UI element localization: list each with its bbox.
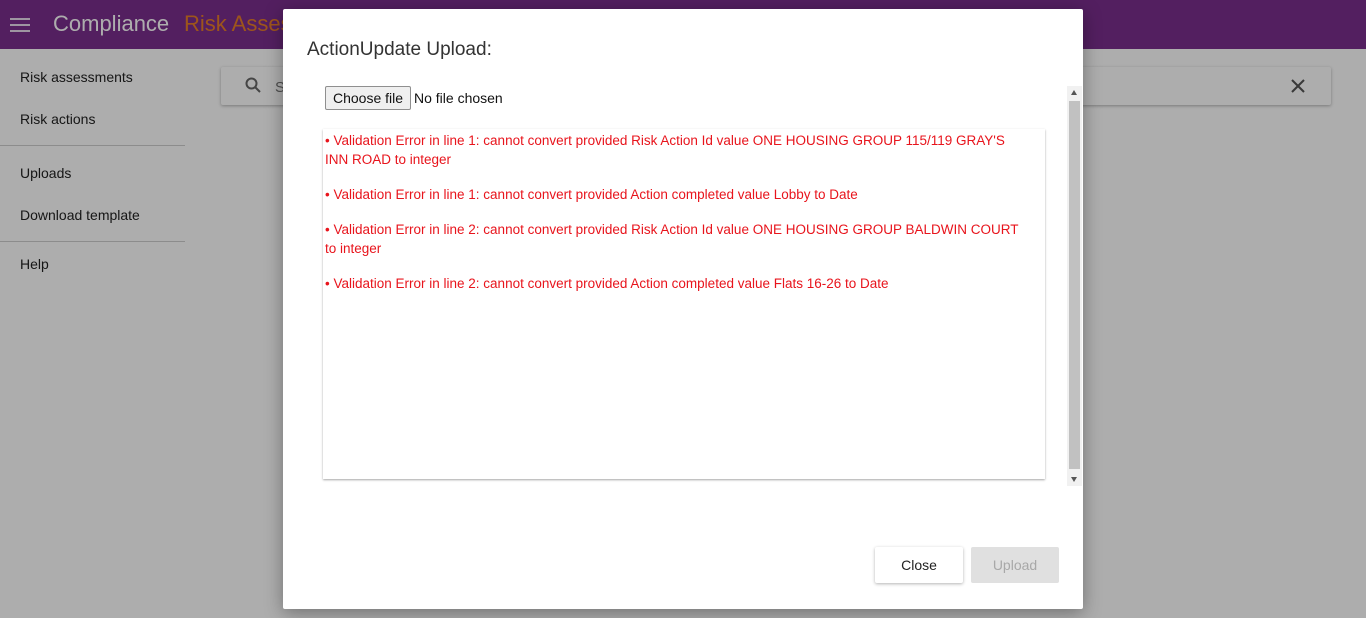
- error-item: • Validation Error in line 2: cannot con…: [325, 222, 1019, 256]
- error-list: • Validation Error in line 1: cannot con…: [323, 129, 1045, 479]
- upload-button[interactable]: Upload: [971, 547, 1059, 583]
- error-item: • Validation Error in line 1: cannot con…: [325, 187, 858, 202]
- choose-file-button[interactable]: Choose file: [325, 86, 412, 110]
- upload-dialog: ActionUpdate Upload: Choose file No file…: [283, 9, 1083, 609]
- error-item: • Validation Error in line 1: cannot con…: [325, 133, 1005, 167]
- error-item: • Validation Error in line 2: cannot con…: [325, 276, 889, 291]
- dialog-scrollbar[interactable]: [1067, 86, 1082, 486]
- scrollbar-thumb[interactable]: [1069, 101, 1080, 469]
- file-status: No file chosen: [414, 90, 503, 106]
- dialog-title: ActionUpdate Upload:: [307, 39, 492, 60]
- scroll-up-icon[interactable]: [1071, 90, 1077, 95]
- scroll-down-icon[interactable]: [1071, 477, 1077, 482]
- close-button[interactable]: Close: [875, 547, 963, 583]
